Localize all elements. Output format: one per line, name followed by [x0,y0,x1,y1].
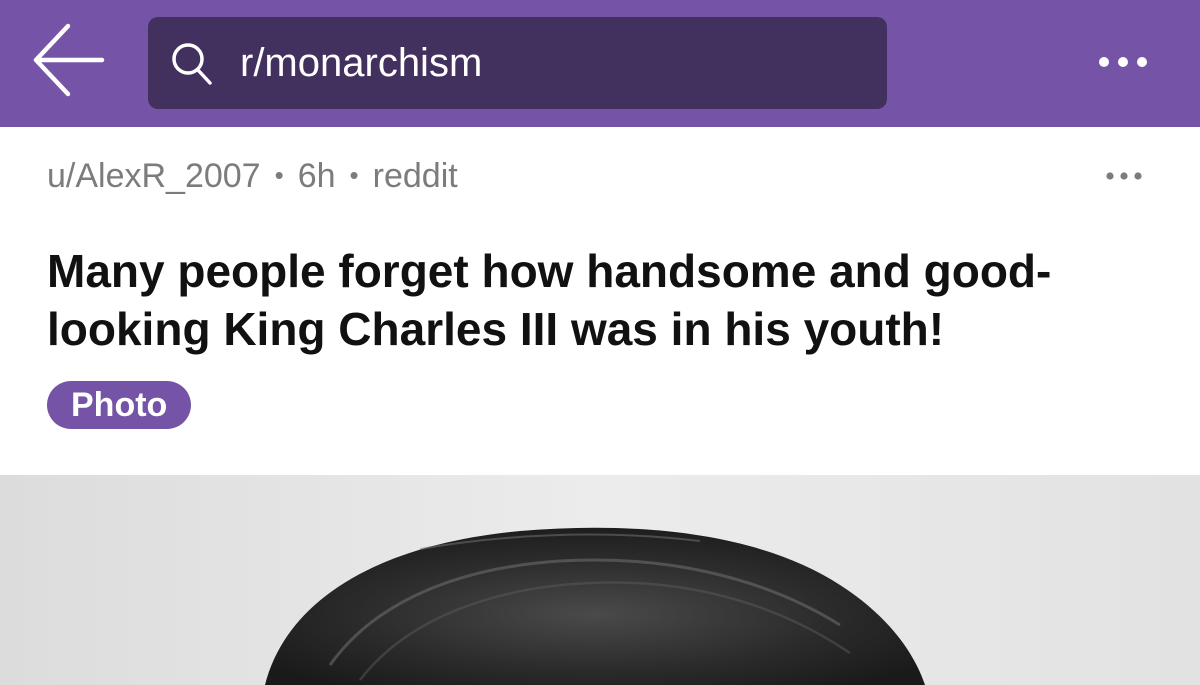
meta-separator: • [274,160,284,190]
more-horizontal-icon [1099,57,1147,67]
post-options-button[interactable] [1100,162,1148,190]
search-bar[interactable]: r/monarchism [148,17,887,109]
portrait-photo [0,475,1200,685]
post-image[interactable] [0,475,1200,685]
arrow-left-icon [33,23,105,97]
meta-separator: • [349,160,359,190]
post-meta: u/AlexR_2007 • 6h • reddit [47,152,458,200]
back-button[interactable] [28,22,108,98]
post-title: Many people forget how handsome and good… [47,245,1052,355]
author-link[interactable]: u/AlexR_2007 [47,157,261,195]
more-horizontal-icon [1106,172,1142,180]
overflow-menu-button[interactable] [1088,40,1158,84]
top-app-bar: r/monarchism [0,0,1200,127]
post-age: 6h [297,157,336,195]
post-flair[interactable]: Photo [47,381,192,429]
search-input[interactable]: r/monarchism [240,39,482,87]
post-source[interactable]: reddit [373,157,458,195]
search-icon [172,43,212,85]
